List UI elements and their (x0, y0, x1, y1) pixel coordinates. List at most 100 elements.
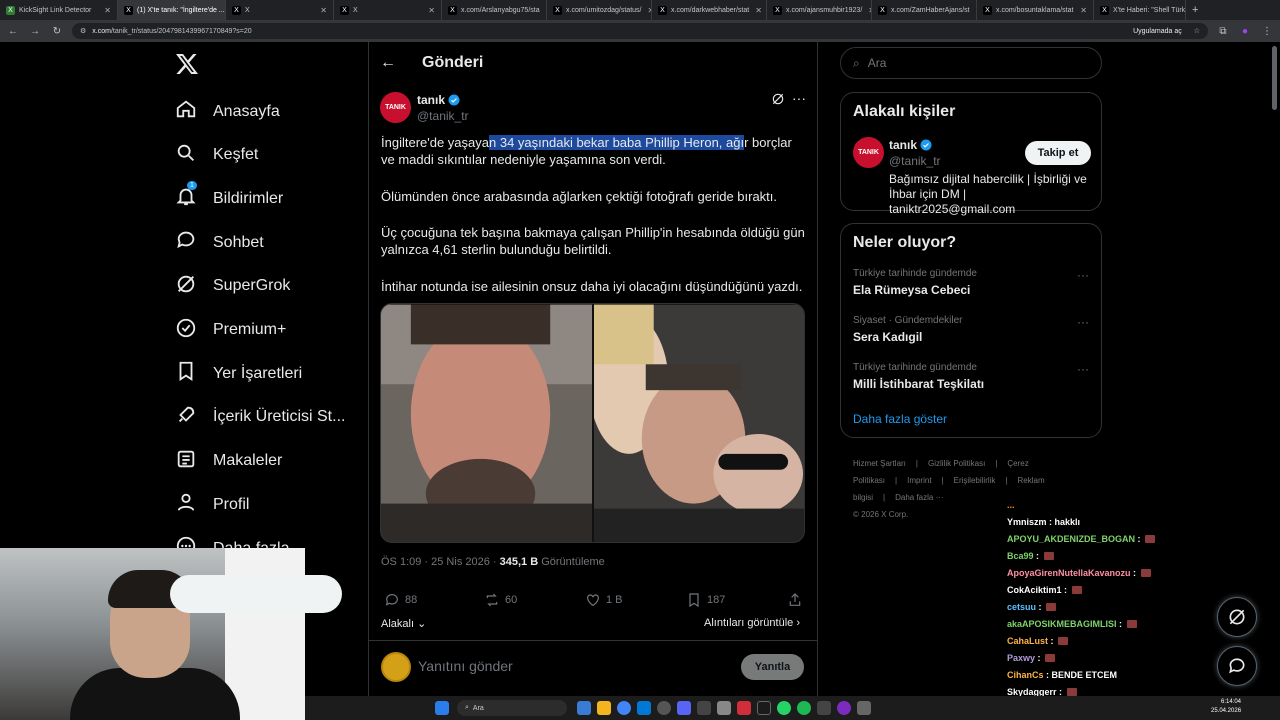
edge-icon[interactable] (637, 701, 651, 715)
chrome-icon[interactable] (617, 701, 631, 715)
sidebar-item-article[interactable]: Makaleler (175, 448, 282, 475)
sidebar-item-chat[interactable]: Sohbet (175, 229, 264, 256)
view-quotes-link[interactable]: Alıntıları görüntüle › (704, 617, 800, 629)
close-tab-icon[interactable]: ✕ (422, 6, 435, 15)
chat-separator: : (1116, 619, 1125, 629)
app-icon[interactable] (697, 701, 711, 715)
taskview-icon[interactable] (577, 701, 591, 715)
grok-icon[interactable] (771, 92, 785, 106)
close-tab-icon[interactable]: ✕ (749, 6, 762, 15)
sidebar-item-bookmark[interactable]: Yer İşaretleri (175, 360, 302, 387)
post-image[interactable] (380, 303, 805, 543)
browser-tab[interactable]: X KickSight Link Detector ✕ (0, 0, 118, 20)
sort-relevant-dropdown[interactable]: Alakalı ⌄ (381, 617, 426, 630)
forward-arrow-icon[interactable]: → (28, 26, 42, 37)
whatsapp-icon[interactable] (777, 701, 791, 715)
app-icon[interactable] (817, 701, 831, 715)
extensions-icon[interactable]: ⧉ (1216, 26, 1230, 37)
related-avatar[interactable]: TANIK (853, 137, 884, 168)
footer-link[interactable]: Imprint (907, 476, 931, 485)
family-photo[interactable] (593, 304, 804, 543)
profile-icon[interactable]: ● (1238, 26, 1252, 37)
post-button[interactable] (170, 575, 342, 613)
show-more-link[interactable]: Daha fazla göster (853, 412, 947, 426)
browser-tab[interactable]: X X ✕ (334, 0, 442, 20)
menu-icon[interactable]: ⋮ (1260, 26, 1274, 37)
obs-icon[interactable] (657, 701, 671, 715)
footer-link[interactable]: Gizlilik Politikası (928, 459, 985, 468)
browser-tab[interactable]: Xx.com/umitozdag/status/✕ (547, 0, 652, 20)
close-tab-icon[interactable]: ✕ (970, 6, 977, 15)
reply-button[interactable]: Yanıtla (741, 654, 804, 680)
close-tab-icon[interactable]: ✕ (1074, 6, 1087, 15)
browser-tab[interactable]: Xx.com/Arslanyabgu75/sta✕ (442, 0, 547, 20)
browser-tab[interactable]: XX'te Haberi: "Shell Türkiye✕ (1094, 0, 1186, 20)
footer-link[interactable]: Hizmet Şartları (853, 459, 906, 468)
back-arrow-icon[interactable]: ← (6, 26, 20, 37)
close-tab-icon[interactable]: ✕ (862, 6, 871, 15)
like-action[interactable]: 1 B (585, 592, 623, 608)
grok-fab[interactable] (1217, 597, 1257, 637)
sidebar-item-person[interactable]: Profil (175, 491, 249, 518)
more-options-icon[interactable]: ··· (1077, 315, 1089, 329)
discord-icon[interactable] (677, 701, 691, 715)
sidebar-item-home[interactable]: Anasayfa (175, 98, 280, 125)
trend-item[interactable]: Siyaset · Gündemdekiler Sera Kadıgil (853, 315, 963, 344)
author-name[interactable]: tanık (417, 93, 460, 107)
close-tab-icon[interactable]: ✕ (540, 6, 547, 15)
star-icon[interactable]: ☆ (1194, 27, 1200, 35)
author-avatar[interactable]: TANIK (380, 92, 411, 123)
footer-link[interactable]: Daha fazla ··· (895, 493, 943, 502)
author-handle[interactable]: @tanik_tr (417, 109, 469, 123)
sidebar-item-grok[interactable]: SuperGrok (175, 273, 290, 300)
app-icon[interactable] (757, 701, 771, 715)
browser-tab[interactable]: Xx.com/ajansmuhbir1923/✕ (767, 0, 872, 20)
bookmark-action[interactable]: 187 (686, 592, 725, 608)
windows-start-icon[interactable] (435, 701, 449, 715)
browser-tab[interactable]: Xx.com/bosuntaklama/stat ✕ (977, 0, 1094, 20)
more-options-icon[interactable]: ··· (1077, 268, 1089, 282)
spotify-icon[interactable] (797, 701, 811, 715)
trend-item[interactable]: Türkiye tarihinde gündemde Milli İstihbar… (853, 362, 984, 391)
related-name[interactable]: tanık (889, 138, 932, 152)
repost-action[interactable]: 60 (484, 592, 517, 608)
reply-action[interactable]: 88 (384, 592, 417, 608)
site-info-icon[interactable]: ⚙ (80, 27, 86, 35)
app-icon[interactable] (837, 701, 851, 715)
more-options-icon[interactable]: ··· (792, 90, 806, 106)
follow-button[interactable]: Takip et (1025, 141, 1091, 165)
file-explorer-icon[interactable] (597, 701, 611, 715)
browser-tab[interactable]: Xx.com/darkwebhaber/stat ✕ (652, 0, 767, 20)
crying-man-photo[interactable] (381, 304, 592, 543)
browser-tab[interactable]: Xx.com/ZamHaberAjans/st✕ (872, 0, 977, 20)
user-avatar[interactable] (381, 652, 411, 682)
sidebar-item-verified[interactable]: Premium+ (175, 317, 286, 344)
sidebar-item-rocket[interactable]: İçerik Üreticisi St... (175, 404, 345, 431)
share-action[interactable] (787, 592, 803, 608)
app-icon[interactable] (737, 701, 751, 715)
close-tab-icon[interactable]: ✕ (98, 6, 111, 15)
open-in-app-button[interactable]: Uygulamada aç (1127, 25, 1188, 37)
browser-tab[interactable]: X(1) X'te tanık: "İngiltere'de ...✕ (118, 0, 226, 20)
related-handle[interactable]: @tanik_tr (889, 154, 941, 168)
url-field[interactable]: ⚙ x.com/tanik_tr/status/2047981439967170… (72, 23, 1208, 39)
close-tab-icon[interactable]: ✕ (314, 6, 327, 15)
trend-item[interactable]: Türkiye tarihinde gündemde Ela Rümeysa Ce… (853, 268, 977, 297)
footer-link[interactable]: Erişilebilirlik (954, 476, 996, 485)
x-logo-icon[interactable] (175, 52, 199, 76)
app-icon[interactable] (857, 701, 871, 715)
reload-icon[interactable]: ↻ (50, 26, 64, 37)
reply-input[interactable]: Yanıtını gönder (418, 658, 513, 674)
taskbar-search[interactable]: ⌕ Ara (457, 700, 567, 716)
close-tab-icon[interactable]: ✕ (641, 6, 651, 15)
new-tab-icon[interactable]: + (1192, 4, 1198, 16)
sidebar-item-search[interactable]: Keşfet (175, 142, 258, 169)
sidebar-item-bell[interactable]: 1 Bildirimler (175, 181, 283, 212)
search-input[interactable]: ⌕ Ara (840, 47, 1102, 79)
app-icon[interactable] (717, 701, 731, 715)
scrollbar[interactable] (1272, 46, 1277, 110)
back-arrow-icon[interactable]: ← (380, 54, 396, 72)
browser-tab[interactable]: X X ✕ (226, 0, 334, 20)
more-options-icon[interactable]: ··· (1077, 362, 1089, 376)
messages-fab[interactable] (1217, 646, 1257, 686)
